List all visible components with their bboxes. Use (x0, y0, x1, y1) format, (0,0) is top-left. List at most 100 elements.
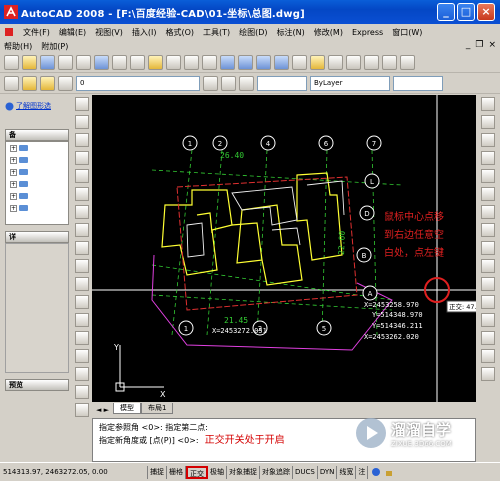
menu-edit[interactable]: 编辑(E) (59, 27, 86, 38)
offset-icon[interactable] (481, 151, 495, 165)
menu-dimension[interactable]: 标注(N) (277, 27, 305, 38)
revcloud-icon[interactable] (75, 223, 89, 237)
mirror-icon[interactable] (481, 133, 495, 147)
ortho-toggle[interactable]: 正交 (186, 465, 208, 479)
layer-manager-icon[interactable] (4, 75, 19, 91)
point-icon[interactable] (75, 331, 89, 345)
line-icon[interactable] (75, 97, 89, 111)
tree-row[interactable]: + (6, 190, 68, 202)
ducs-toggle[interactable]: DUCS (293, 465, 318, 479)
menu-express[interactable]: Express (352, 28, 383, 37)
annotation-toggle[interactable]: 注 (356, 465, 369, 479)
tree-row[interactable]: + (6, 142, 68, 154)
panel-header-3[interactable]: 预览 (5, 379, 69, 391)
doc-restore-button[interactable]: ❐ (475, 40, 483, 50)
doc-close-button[interactable]: × (488, 40, 496, 50)
help-icon[interactable] (400, 54, 415, 70)
open-icon[interactable] (22, 54, 37, 70)
learn-link[interactable]: 了解图形选 (16, 101, 51, 111)
bulb-icon[interactable] (22, 75, 37, 91)
menu-insert[interactable]: 插入(I) (132, 27, 157, 38)
minimize-button[interactable]: _ (437, 3, 455, 21)
undo-icon[interactable] (184, 54, 199, 70)
explode-icon[interactable] (481, 367, 495, 381)
drawing-area[interactable]: 26.40 22.00 21.45 1 2 4 6 7 L D B A 1 3 … (92, 95, 476, 402)
designcenter-icon[interactable] (310, 54, 325, 70)
lineweight-toggle[interactable]: 线宽 (337, 465, 357, 479)
preview-icon[interactable] (76, 54, 91, 70)
trim-icon[interactable] (481, 259, 495, 273)
osnap-toggle[interactable]: 对象捕捉 (227, 465, 260, 479)
lineweight-select[interactable] (393, 75, 443, 91)
break-icon[interactable] (481, 295, 495, 309)
doc-minimize-button[interactable]: _ (466, 40, 471, 50)
panel-header-2[interactable]: 详 (5, 231, 69, 243)
properties-icon[interactable] (292, 54, 307, 70)
menu-file[interactable]: 文件(F) (23, 27, 50, 38)
menu-window[interactable]: 窗口(W) (392, 27, 422, 38)
maximize-button[interactable]: □ (457, 3, 475, 21)
match-icon[interactable] (166, 54, 181, 70)
color-select[interactable] (257, 75, 307, 91)
zoom-realtime-icon[interactable] (238, 54, 253, 70)
tree-row[interactable]: + (6, 166, 68, 178)
copy-icon[interactable] (130, 54, 145, 70)
tree-row[interactable]: + (6, 202, 68, 214)
tree-row[interactable]: + (6, 154, 68, 166)
tab-nav-arrows[interactable]: ◄ ► (92, 406, 113, 414)
layer-state-icon[interactable] (239, 75, 254, 91)
polar-toggle[interactable]: 极轴 (208, 465, 227, 479)
sun-icon[interactable] (40, 75, 55, 91)
stretch-icon[interactable] (481, 241, 495, 255)
polyline-icon[interactable] (75, 133, 89, 147)
spline-icon[interactable] (75, 241, 89, 255)
extend-icon[interactable] (481, 277, 495, 291)
cut-icon[interactable] (112, 54, 127, 70)
circle-icon[interactable] (75, 205, 89, 219)
menu-tools[interactable]: 工具(T) (203, 27, 230, 38)
menu-help[interactable]: 帮助(H) (4, 41, 32, 52)
rotate-icon[interactable] (481, 205, 495, 219)
ellipse-arc-icon[interactable] (75, 277, 89, 291)
coordinate-readout[interactable]: 514313.97, 2463272.05, 0.00 (0, 465, 148, 479)
array-icon[interactable] (481, 169, 495, 183)
publish-icon[interactable] (94, 54, 109, 70)
move-icon[interactable] (481, 187, 495, 201)
erase-icon[interactable] (481, 97, 495, 111)
panel-header-1[interactable]: 备 (5, 129, 69, 141)
mtext-icon[interactable] (75, 403, 89, 417)
layer-select[interactable]: 0 (76, 75, 200, 91)
fillet-icon[interactable] (481, 349, 495, 363)
region-icon[interactable] (75, 385, 89, 399)
otrack-toggle[interactable]: 对象追踪 (260, 465, 293, 479)
dyn-toggle[interactable]: DYN (318, 465, 338, 479)
new-icon[interactable] (4, 54, 19, 70)
tab-layout1[interactable]: 布局1 (141, 403, 174, 414)
snap-toggle[interactable]: 捕捉 (148, 465, 167, 479)
chamfer-icon[interactable] (481, 331, 495, 345)
save-icon[interactable] (40, 54, 55, 70)
scale-icon[interactable] (481, 223, 495, 237)
zoom-previous-icon[interactable] (274, 54, 289, 70)
markup-icon[interactable] (364, 54, 379, 70)
polygon-icon[interactable] (75, 151, 89, 165)
grid-toggle[interactable]: 栅格 (167, 465, 186, 479)
sheetset-icon[interactable] (346, 54, 361, 70)
gradient-icon[interactable] (75, 367, 89, 381)
tray-settings-icon[interactable] (371, 467, 381, 477)
tree-row[interactable]: + (6, 178, 68, 190)
make-current-icon[interactable] (203, 75, 218, 91)
arc-icon[interactable] (75, 187, 89, 201)
menu-format[interactable]: 格式(O) (165, 27, 194, 38)
tab-model[interactable]: 模型 (113, 403, 141, 414)
menu-view[interactable]: 视图(V) (95, 27, 123, 38)
hatch-icon[interactable] (75, 349, 89, 363)
menu-addons[interactable]: 附加(P) (41, 41, 68, 52)
menu-draw[interactable]: 绘图(D) (239, 27, 267, 38)
pan-icon[interactable] (220, 54, 235, 70)
rectangle-icon[interactable] (75, 169, 89, 183)
tray-lock-icon[interactable] (384, 467, 394, 477)
layer-previous-icon[interactable] (221, 75, 236, 91)
copy-object-icon[interactable] (481, 115, 495, 129)
join-icon[interactable] (481, 313, 495, 327)
